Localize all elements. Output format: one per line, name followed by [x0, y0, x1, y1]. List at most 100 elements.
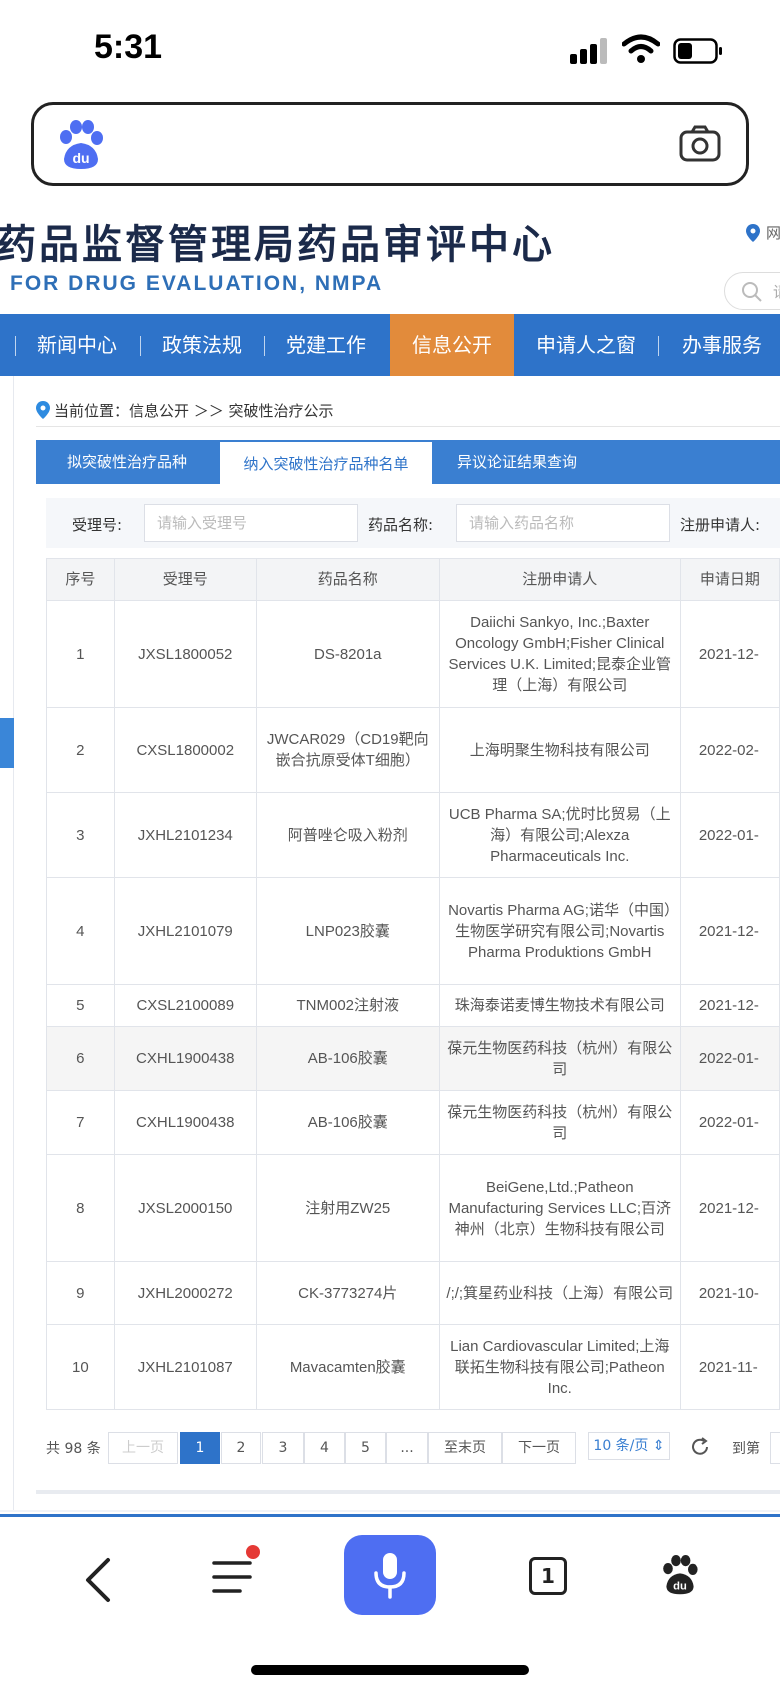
- nav-item-party[interactable]: 党建工作: [265, 314, 387, 376]
- table-row[interactable]: 5 CXSL2100089 TNM002注射液 珠海泰诺麦博生物技术有限公司 2…: [46, 984, 780, 1027]
- nav-item-policy[interactable]: 政策法规: [141, 314, 263, 376]
- back-icon[interactable]: [84, 1557, 112, 1603]
- tab-included-breakthrough[interactable]: 纳入突破性治疗品种名单: [220, 442, 432, 484]
- table-row[interactable]: 6 CXHL1900438 AB-106胶囊 葆元生物医药科技（杭州）有限公司 …: [46, 1026, 780, 1091]
- acceptance-no-label: 受理号:: [72, 516, 123, 534]
- col-header-date: 申请日期: [679, 558, 780, 601]
- cell-drug: 注射用ZW25: [255, 1154, 440, 1262]
- cell-no: 1: [46, 600, 115, 708]
- goto-page-input[interactable]: [770, 1432, 780, 1464]
- cell-applicant: Lian Cardiovascular Limited;上海联拓生物科技有限公司…: [438, 1324, 681, 1410]
- cell-date: 2022-01-: [679, 792, 780, 878]
- header-link[interactable]: 网: [766, 222, 780, 243]
- site-header: 药品监督管理局药品审评中心 FOR DRUG EVALUATION, NMPA …: [0, 200, 780, 314]
- page-ellipsis[interactable]: ...: [386, 1432, 428, 1464]
- total-count: 共 98 条: [46, 1441, 101, 1457]
- notification-dot: [246, 1545, 260, 1559]
- cell-applicant: BeiGene,Ltd.;Patheon Manufacturing Servi…: [438, 1154, 681, 1262]
- cell-applicant: 葆元生物医药科技（杭州）有限公司: [438, 1090, 681, 1155]
- nav-item-info-disclosure[interactable]: 信息公开: [390, 314, 514, 376]
- refresh-icon[interactable]: [689, 1436, 711, 1458]
- acceptance-no-input[interactable]: 请输入受理号: [144, 504, 358, 542]
- cell-date: 2022-02-: [679, 707, 780, 793]
- cell-date: 2021-12-: [679, 1154, 780, 1262]
- cell-applicant: /;/;箕星药业科技（上海）有限公司: [438, 1261, 681, 1325]
- tab-objection-results[interactable]: 异议论证结果查询: [434, 440, 600, 484]
- menu-icon[interactable]: [212, 1559, 252, 1595]
- table-header-row: 序号 受理号 药品名称 注册申请人 申请日期: [46, 558, 780, 601]
- cell-drug: TNM002注射液: [255, 984, 440, 1027]
- cell-applicant: UCB Pharma SA;优时比贸易（上海）有限公司;Alexza Pharm…: [438, 792, 681, 878]
- prev-page-button[interactable]: 上一页: [108, 1432, 178, 1464]
- nav-item-news[interactable]: 新闻中心: [16, 314, 138, 376]
- cell-drug: 阿普唑仑吸入粉剂: [255, 792, 440, 878]
- next-page-button[interactable]: 下一页: [502, 1432, 576, 1464]
- nav-item-services[interactable]: 办事服务: [660, 314, 780, 376]
- cell-drug: JWCAR029（CD19靶向嵌合抗原受体T细胞）: [255, 707, 440, 793]
- page-button-4[interactable]: 4: [304, 1432, 345, 1464]
- browser-search-bar[interactable]: du: [31, 102, 749, 186]
- panel-bottom-edge: [36, 1490, 780, 1494]
- content-tabs: 拟突破性治疗品种 纳入突破性治疗品种名单 异议论证结果查询: [36, 440, 780, 484]
- nav-separator: [658, 336, 659, 356]
- tab-proposed-breakthrough[interactable]: 拟突破性治疗品种: [36, 440, 218, 484]
- status-bar: 5:31: [0, 0, 780, 100]
- breakthrough-table: 序号 受理号 药品名称 注册申请人 申请日期 1 JXSL1800052 DS-…: [46, 558, 780, 1410]
- cell-drug: AB-106胶囊: [255, 1090, 440, 1155]
- page-button-1[interactable]: 1: [180, 1432, 220, 1464]
- battery-icon: [673, 38, 722, 64]
- cell-no: 10: [46, 1324, 115, 1410]
- svg-text:du: du: [72, 150, 89, 166]
- breadcrumb: 当前位置：信息公开 ＞＞ 突破性治疗公示: [36, 400, 334, 421]
- side-tab-indicator[interactable]: [0, 718, 14, 768]
- cell-acceptance: JXSL2000150: [113, 1154, 257, 1262]
- cell-acceptance: JXHL2101087: [113, 1324, 257, 1410]
- search-icon: [742, 282, 762, 302]
- last-page-button[interactable]: 至末页: [428, 1432, 502, 1464]
- page-button-5[interactable]: 5: [345, 1432, 386, 1464]
- drug-name-input[interactable]: 请输入药品名称: [456, 504, 670, 542]
- applicant-label: 注册申请人:: [680, 516, 761, 534]
- table-row[interactable]: 4 JXHL2101079 LNP023胶囊 Novartis Pharma A…: [46, 877, 780, 985]
- table-row[interactable]: 7 CXHL1900438 AB-106胶囊 葆元生物医药科技（杭州）有限公司 …: [46, 1090, 780, 1155]
- wifi-icon: [622, 34, 660, 63]
- table-row[interactable]: 2 CXSL1800002 JWCAR029（CD19靶向嵌合抗原受体T细胞） …: [46, 707, 780, 793]
- chevron-updown-icon: ⇕: [652, 1438, 665, 1454]
- page-button-2[interactable]: 2: [221, 1432, 261, 1464]
- cell-drug: CK-3773274片: [255, 1261, 440, 1325]
- microphone-icon: [374, 1553, 406, 1599]
- location-pin-icon: [746, 224, 760, 242]
- baidu-home-icon[interactable]: du: [660, 1553, 700, 1597]
- table-row[interactable]: 1 JXSL1800052 DS-8201a Daiichi Sankyo, I…: [46, 600, 780, 708]
- per-page-select[interactable]: 10 条/页 ⇕: [588, 1432, 670, 1460]
- cell-acceptance: CXHL1900438: [113, 1026, 257, 1091]
- cell-drug: DS-8201a: [255, 600, 440, 708]
- page-button-3[interactable]: 3: [262, 1432, 304, 1464]
- cell-acceptance: JXSL1800052: [113, 600, 257, 708]
- baidu-logo-icon: du: [60, 120, 103, 169]
- voice-search-button[interactable]: [344, 1535, 436, 1615]
- camera-icon[interactable]: [678, 123, 722, 165]
- cell-no: 6: [46, 1026, 115, 1091]
- nav-item-applicant[interactable]: 申请人之窗: [516, 314, 656, 376]
- table-row[interactable]: 8 JXSL2000150 注射用ZW25 BeiGene,Ltd.;Pathe…: [46, 1154, 780, 1262]
- cell-date: 2022-01-: [679, 1026, 780, 1091]
- site-title-cn: 药品监督管理局药品审评中心: [0, 222, 555, 268]
- col-header-no: 序号: [46, 558, 115, 601]
- table-row[interactable]: 3 JXHL2101234 阿普唑仑吸入粉剂 UCB Pharma SA;优时比…: [46, 792, 780, 878]
- cell-no: 3: [46, 792, 115, 878]
- cell-drug: AB-106胶囊: [255, 1026, 440, 1091]
- cell-no: 2: [46, 707, 115, 793]
- tab-count-button[interactable]: 1: [529, 1557, 567, 1595]
- cell-no: 8: [46, 1154, 115, 1262]
- site-search-box[interactable]: 请: [724, 272, 780, 310]
- table-row[interactable]: 9 JXHL2000272 CK-3773274片 /;/;箕星药业科技（上海）…: [46, 1261, 780, 1325]
- pagination: 共 98 条 上一页 1 2 3 4 5 ... 至末页 下一页 10 条/页 …: [46, 1430, 780, 1466]
- cell-date: 2021-11-: [679, 1324, 780, 1410]
- cell-acceptance: CXSL1800002: [113, 707, 257, 793]
- cell-drug: Mavacamten胶囊: [255, 1324, 440, 1410]
- filter-box: 受理号: 请输入受理号 药品名称: 请输入药品名称 注册申请人:: [46, 498, 780, 548]
- table-row[interactable]: 10 JXHL2101087 Mavacamten胶囊 Lian Cardiov…: [46, 1324, 780, 1410]
- cell-date: 2021-12-: [679, 877, 780, 985]
- cell-applicant: Daiichi Sankyo, Inc.;Baxter Oncology Gmb…: [438, 600, 681, 708]
